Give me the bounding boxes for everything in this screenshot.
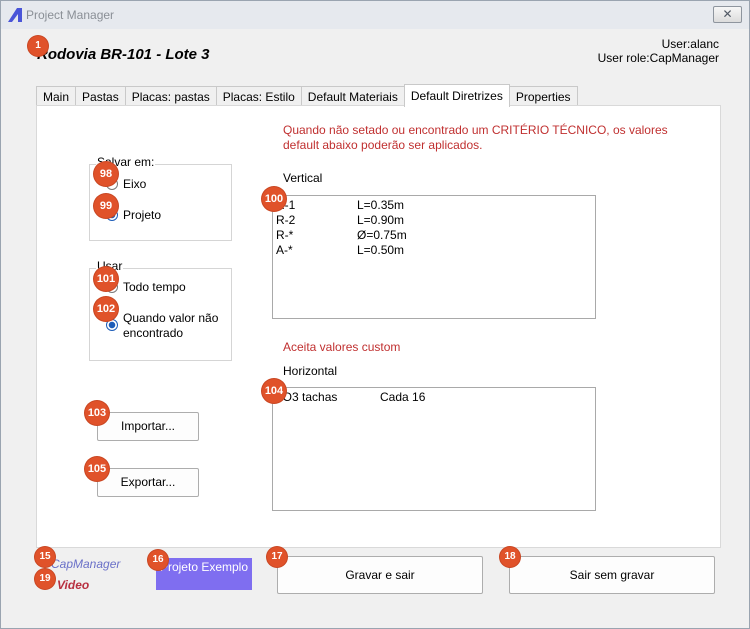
radio-projeto-label: Projeto bbox=[123, 208, 162, 222]
vertical-textarea[interactable]: R-1 L=0.35m R-2 L=0.90m R-* Ø=0.75m A-* … bbox=[272, 195, 596, 319]
vertical-value: L=0.50m bbox=[357, 243, 405, 257]
annotation-badge: 98 bbox=[94, 162, 118, 186]
project-manager-window: Project Manager ✕ Rodovia BR-101 - Lote … bbox=[0, 0, 750, 629]
app-logo-icon bbox=[8, 8, 22, 22]
radio-eixo-label: Eixo bbox=[123, 177, 147, 191]
vertical-code: A-* bbox=[276, 243, 293, 257]
capmanager-logo-text: CapManager bbox=[51, 557, 121, 571]
tab-default-diretrizes[interactable]: Default Diretrizes bbox=[403, 84, 510, 107]
radio-quando-valor-label: Quando valor não encontrado bbox=[123, 311, 219, 340]
tab-main[interactable]: Main bbox=[36, 86, 77, 107]
video-link[interactable]: Video bbox=[57, 578, 89, 592]
vertical-value: Ø=0.75m bbox=[357, 228, 407, 242]
close-button[interactable]: ✕ bbox=[713, 6, 742, 23]
horizontal-textarea[interactable]: LO3 tachas Cada 16 bbox=[272, 387, 596, 511]
custom-note: Aceita valores custom bbox=[283, 340, 401, 354]
annotation-badge: 19 bbox=[35, 569, 55, 589]
vertical-row: R-* Ø=0.75m bbox=[276, 228, 407, 243]
tab-placas-estilo[interactable]: Placas: Estilo bbox=[215, 86, 302, 107]
radio-todo-tempo-label: Todo tempo bbox=[123, 280, 186, 294]
annotation-badge: 1 bbox=[28, 36, 48, 56]
vertical-row: R-2 L=0.90m bbox=[276, 213, 404, 228]
annotation-badge: 103 bbox=[85, 401, 109, 425]
horizontal-label: Horizontal bbox=[283, 364, 338, 378]
tab-strip: Main Pastas Placas: pastas Placas: Estil… bbox=[36, 84, 578, 107]
annotation-badge: 100 bbox=[262, 187, 286, 211]
annotation-badge: 16 bbox=[148, 550, 168, 570]
annotation-badge: 105 bbox=[85, 457, 109, 481]
user-role: User role:CapManager bbox=[597, 51, 719, 65]
info-text: Quando não setado ou encontrado um CRITÉ… bbox=[283, 123, 668, 152]
close-icon: ✕ bbox=[722, 7, 733, 21]
tab-placas-pastas[interactable]: Placas: pastas bbox=[124, 86, 217, 107]
project-title: Rodovia BR-101 - Lote 3 bbox=[37, 46, 210, 63]
user-name: User:alanc bbox=[661, 37, 719, 51]
exportar-button[interactable]: Exportar... bbox=[97, 468, 199, 497]
vertical-row: A-* L=0.50m bbox=[276, 243, 404, 258]
annotation-badge: 17 bbox=[267, 547, 287, 567]
vertical-code: R-2 bbox=[276, 213, 296, 227]
title-bar: Project Manager ✕ bbox=[1, 1, 749, 29]
sair-sem-gravar-button[interactable]: Sair sem gravar bbox=[509, 556, 715, 594]
vertical-value: L=0.35m bbox=[357, 198, 405, 212]
annotation-badge: 99 bbox=[94, 194, 118, 218]
annotation-badge: 18 bbox=[500, 547, 520, 567]
tab-pastas[interactable]: Pastas bbox=[75, 86, 126, 107]
annotation-badge: 15 bbox=[35, 547, 55, 567]
gravar-e-sair-button[interactable]: Gravar e sair bbox=[277, 556, 483, 594]
user-info: User:alanc User role:CapManager bbox=[598, 37, 719, 65]
tab-default-materiais[interactable]: Default Materiais bbox=[300, 86, 405, 107]
tab-properties[interactable]: Properties bbox=[508, 86, 578, 107]
vertical-value: L=0.90m bbox=[357, 213, 405, 227]
horizontal-value: Cada 16 bbox=[380, 390, 426, 404]
importar-button[interactable]: Importar... bbox=[97, 412, 199, 441]
annotation-badge: 104 bbox=[262, 379, 286, 403]
vertical-code: R-* bbox=[276, 228, 294, 242]
window-title: Project Manager bbox=[26, 8, 115, 22]
annotation-badge: 102 bbox=[94, 297, 118, 321]
vertical-label: Vertical bbox=[283, 171, 323, 185]
annotation-badge: 101 bbox=[94, 267, 118, 291]
projeto-exemplo-button[interactable]: Projeto Exemplo bbox=[156, 558, 252, 590]
